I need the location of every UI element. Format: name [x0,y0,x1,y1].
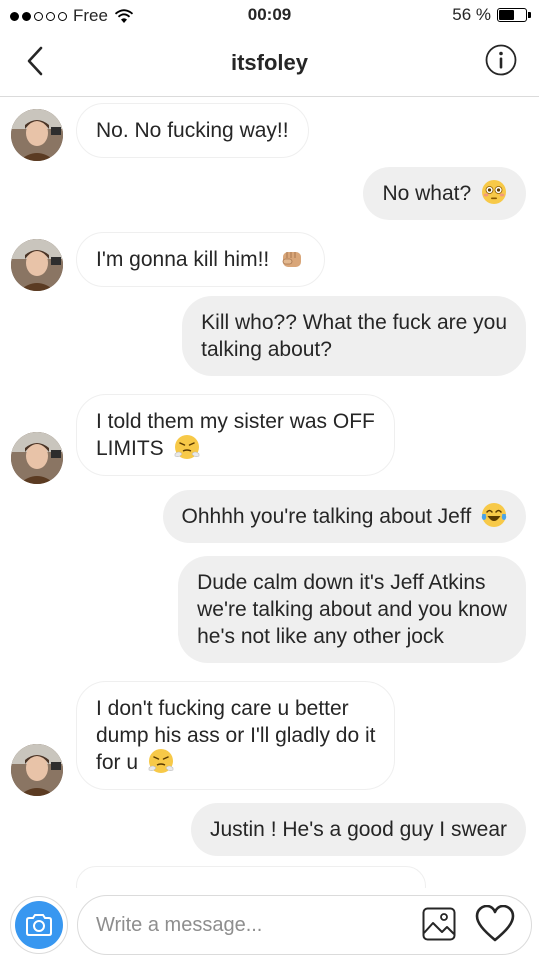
message-bubble-incoming[interactable]: I told them my sister was OFF LIMITS [76,394,395,477]
message-bubble-outgoing[interactable]: Ohhhh you're talking about Jeff [162,490,526,544]
message-composer: Write a message... [0,888,539,960]
message-bubble-outgoing[interactable]: Kill who?? What the fuck are you talking… [182,296,526,376]
avatar[interactable] [11,744,63,796]
message-bubble-outgoing[interactable]: Justin ! He's a good guy I swear [191,803,526,856]
heart-icon[interactable] [475,905,515,943]
steam-face-emoji-icon [148,749,174,774]
message-bubble-incoming[interactable]: No. No fucking way!! [76,103,309,158]
steam-face-emoji-icon [174,435,199,460]
flushed-face-emoji-icon [482,180,506,205]
message-bubble-incoming[interactable]: I'm gonna kill him!! [76,232,326,288]
message-input-placeholder: Write a message... [96,913,263,936]
message-bubble-outgoing[interactable]: Dude calm down it's Jeff Atkins we're ta… [178,556,526,663]
battery-status: 56 % [452,5,531,25]
chat-header: itsfoley [0,30,539,97]
image-icon[interactable] [422,907,456,941]
message-bubble-incoming-partial[interactable] [76,866,426,888]
avatar[interactable] [11,109,63,161]
message-bubble-incoming[interactable]: I don't fucking care u better dump his a… [76,681,396,791]
message-bubble-outgoing[interactable]: No what? [363,167,526,221]
battery-icon [497,8,531,22]
fist-emoji-icon [282,252,302,268]
message-input[interactable]: Write a message... [77,895,532,955]
status-bar: Free 00:09 56 % [0,0,539,30]
camera-button[interactable] [10,896,68,954]
info-icon[interactable] [485,44,517,76]
tears-of-joy-emoji-icon [481,503,507,528]
camera-icon [26,914,52,936]
message-thread[interactable]: No. No fucking way!! No what? I'm gonna … [0,98,539,888]
battery-percent: 56 % [452,5,491,24]
avatar[interactable] [11,432,63,484]
conversation-title[interactable]: itsfoley [0,50,539,76]
avatar[interactable] [11,239,63,291]
